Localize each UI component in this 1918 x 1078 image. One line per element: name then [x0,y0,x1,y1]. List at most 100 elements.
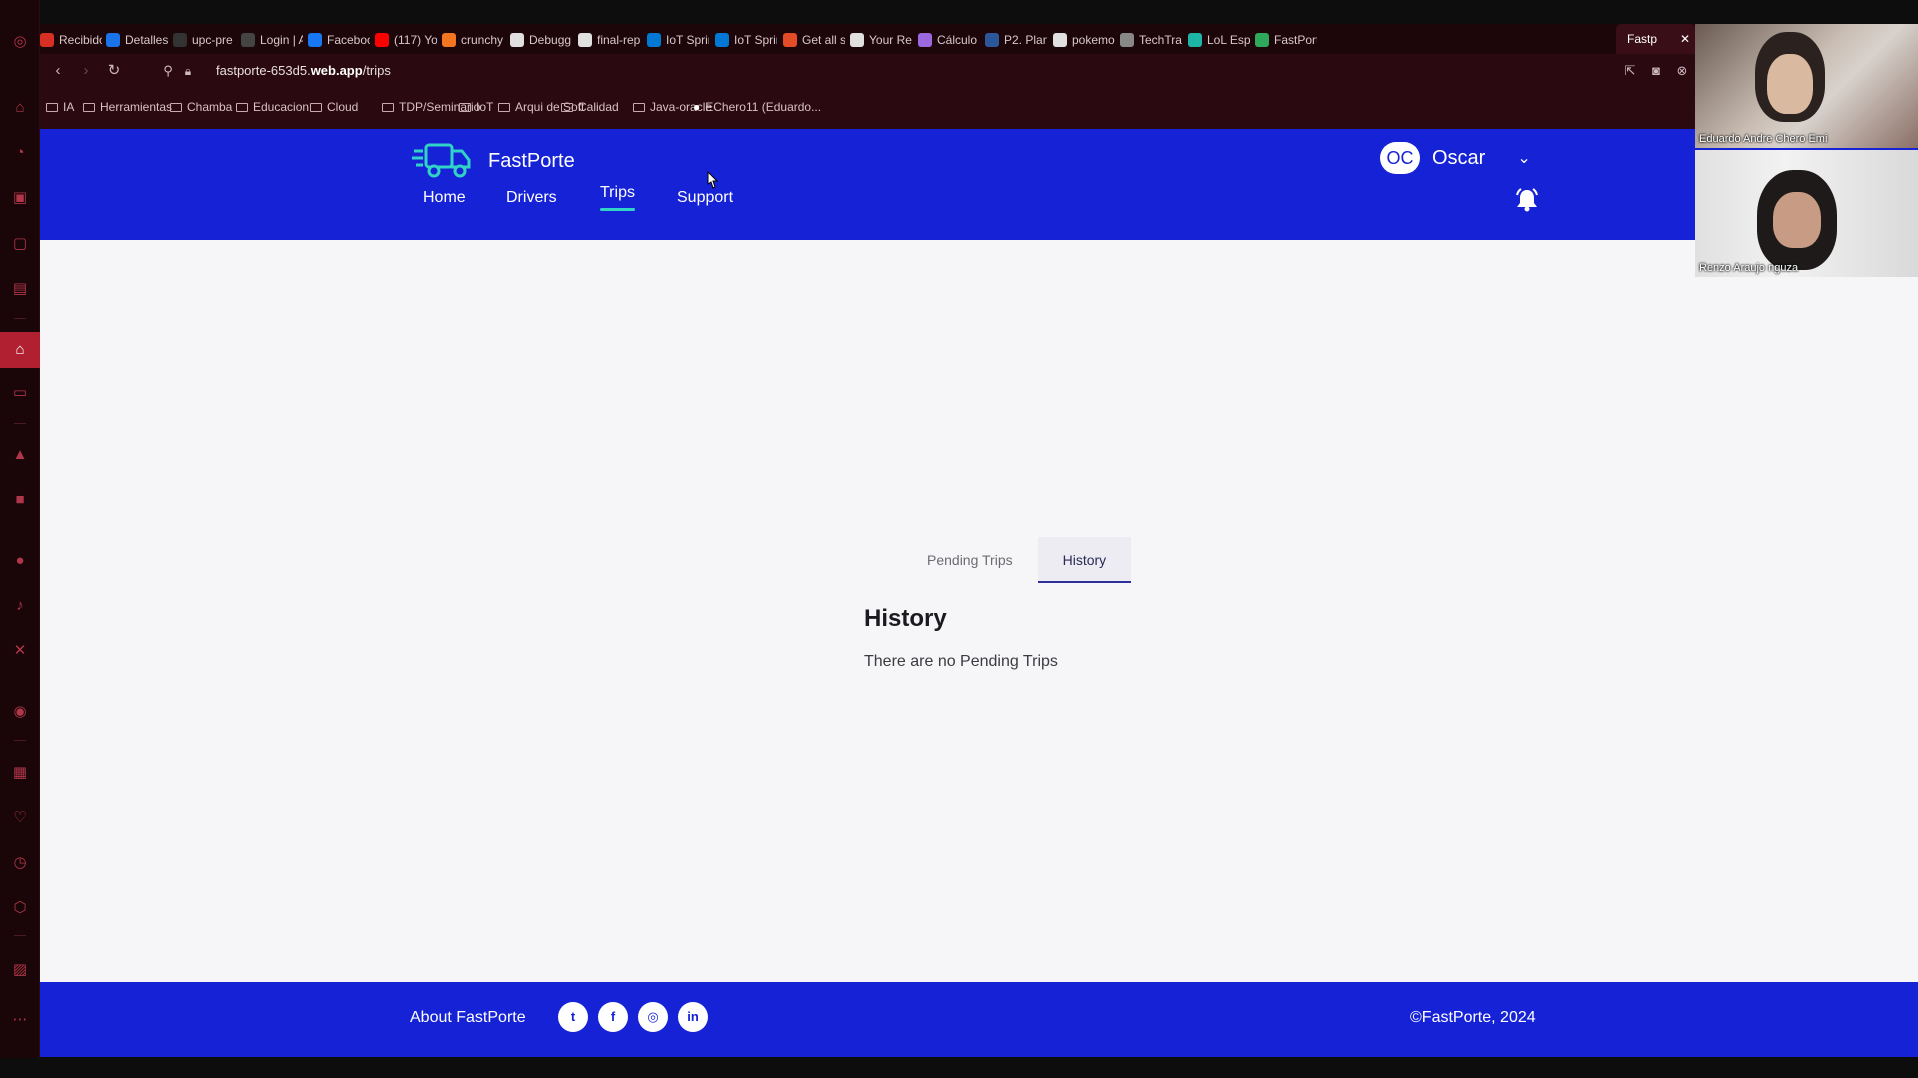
home-icon[interactable]: ⌂ [0,332,40,368]
close-tab-icon[interactable]: ✕ [1680,32,1690,46]
heart-icon[interactable]: ♡ [10,808,30,828]
extensions-icon[interactable]: ⊗ [1672,61,1692,81]
browser-tab[interactable]: IoT Sprin [715,29,777,51]
bookmark-item[interactable]: Herramientas [83,100,172,114]
nav-home[interactable]: Home [423,189,466,207]
share-icon[interactable]: ⇱ [1620,61,1640,81]
user-menu[interactable]: OC Oscar ⌄ [1380,142,1531,174]
tab-favicon-icon [1255,33,1269,47]
video-participant-1[interactable]: Eduardo Andre Chero Emi [1695,24,1918,148]
participant-face [1767,54,1813,114]
browser-tab[interactable]: upc-pre [173,29,235,51]
nav-trips[interactable]: Trips [600,184,635,211]
browser-tab[interactable]: Get all s [783,29,845,51]
about-link[interactable]: About FastPorte [410,1009,526,1027]
browser-tab[interactable]: LoL Espo [1188,29,1250,51]
tab-label: (117) Yo [394,33,437,47]
reload-icon[interactable]: ↻ [104,61,124,81]
bookmark-label: IA [63,100,75,114]
tab-favicon-icon [106,33,120,47]
tab-label: IoT Sprin [666,33,709,47]
chevron-down-icon[interactable]: ⌄ [1517,148,1530,168]
x-icon[interactable]: ✕ [10,641,30,661]
cube-icon[interactable]: ▤ [10,279,30,299]
back-icon[interactable]: ‹ [48,61,68,81]
news-icon[interactable]: ▭ [10,383,30,403]
bookmark-item[interactable]: Chamba [170,100,232,114]
folder-icon [83,102,95,112]
tab-favicon-icon [783,33,797,47]
instagram-icon[interactable]: ◎ [638,1002,668,1032]
browser-tab[interactable]: crunchy [442,29,504,51]
speed-icon[interactable]: ◔ [10,143,30,163]
box-icon[interactable]: ■ [10,490,30,510]
tab-label: upc-pre [192,33,233,47]
site-settings-icon[interactable]: ⚲ [158,61,178,81]
tab-favicon-icon [375,33,389,47]
nav-drivers[interactable]: Drivers [506,189,557,207]
folder-icon [382,102,394,112]
url-bar[interactable]: fastporte-653d5.web.app/trips [216,63,391,78]
aria-icon[interactable]: ▲ [10,445,30,465]
browser-tab[interactable]: IoT Sprin [647,29,709,51]
tab-label: final-rep [597,33,640,47]
image-icon[interactable]: ▨ [10,960,30,980]
bookmark-item[interactable]: Educacion [236,100,309,114]
bookmark-item[interactable]: ● EChero11 (Eduardo... [693,100,821,114]
messenger-icon[interactable]: ● [10,551,30,571]
folder-icon [310,102,322,112]
trips-tabs: Pending Trips History [902,537,1132,583]
opera-logo-icon[interactable]: ◎ [10,32,30,52]
browser-tab[interactable]: Detalles [106,29,168,51]
folder-icon [170,102,182,112]
github-icon: ● [693,100,701,114]
bookmark-label: Chamba [187,100,233,114]
browser-tab[interactable]: Cálculo [918,29,980,51]
bookmark-item[interactable]: Calidad [561,100,619,114]
more-icon[interactable]: ⋯ [10,1010,30,1030]
browser-tab[interactable]: Login | A [241,29,303,51]
camera-icon[interactable]: ◙ [1646,61,1666,81]
tab-label: LoL Espo [1207,33,1250,47]
video-participant-2[interactable]: Renzo Araujo nguza [1695,150,1918,277]
browser-tab[interactable]: TechTrac [1120,29,1182,51]
bookmark-label: IoT [476,100,494,114]
browser-tab[interactable]: final-rep [578,29,640,51]
bag-icon[interactable]: ▣ [10,188,30,208]
tab-pending-trips[interactable]: Pending Trips [902,537,1038,583]
twitter-icon[interactable]: t [558,1002,588,1032]
brand[interactable]: FastPorte [412,139,575,183]
browser-tab[interactable]: FastPorte [1255,29,1317,51]
grid-icon[interactable]: ▦ [10,763,30,783]
bookmark-label: Herramientas [100,100,173,114]
tab-favicon-icon [578,33,592,47]
facebook-icon[interactable]: f [598,1002,628,1032]
box3d-icon[interactable]: ⬡ [10,898,30,918]
gamepad-icon[interactable]: ⌂ [10,98,30,118]
bookmark-item[interactable]: IoT [459,100,493,114]
nav-support[interactable]: Support [677,189,733,207]
folder-icon [236,102,248,112]
bookmark-item[interactable]: Cloud [310,100,358,114]
browser-tab[interactable]: Your Rep [850,29,912,51]
bookmark-label: Educacion [253,100,310,114]
tab-active[interactable]: Fastp ✕ [1616,24,1696,54]
browser-tab[interactable]: Faceboo [308,29,370,51]
bookmark-item[interactable]: IA [46,100,74,114]
browser-tab[interactable]: P2. Plant [985,29,1047,51]
browser-tab[interactable]: Debugg [510,29,572,51]
history-icon[interactable]: ◷ [10,853,30,873]
tab-history[interactable]: History [1037,537,1132,583]
tiktok-icon[interactable]: ♪ [10,596,30,616]
browser-tab[interactable]: Recibido [40,29,102,51]
bell-icon[interactable] [1514,187,1540,213]
tab-favicon-icon [715,33,729,47]
browser-tab[interactable]: (117) Yo [375,29,437,51]
linkedin-icon[interactable]: in [678,1002,708,1032]
app-header: FastPorte Home Drivers Trips Support OC … [40,129,1918,240]
target-icon[interactable]: ◉ [10,702,30,722]
bookmark-label: Calidad [578,100,619,114]
twitch-icon[interactable]: ▢ [10,234,30,254]
forward-icon[interactable]: › [76,61,96,81]
browser-tab[interactable]: pokemo [1053,29,1115,51]
